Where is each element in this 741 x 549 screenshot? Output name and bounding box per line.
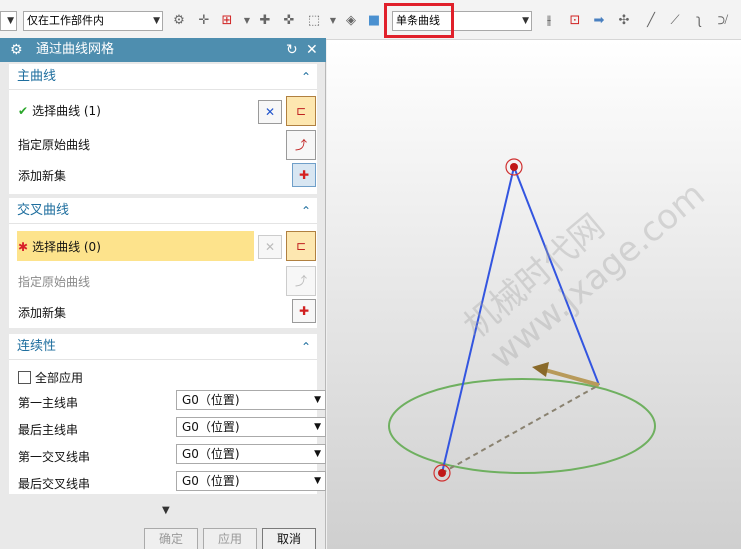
reverse-direction-icon[interactable]: ✕ [258,100,282,124]
chevron-up-icon[interactable]: ⌃ [301,198,311,224]
cross-select-curve-label: 选择曲线 (0) [32,240,101,254]
selection-filter-dropdown[interactable]: ▼ [0,11,17,31]
line2-icon[interactable]: ⟋ [666,12,684,30]
snap-icon[interactable]: ✛ [195,12,213,30]
point-snap-icon[interactable]: ⊞ [218,12,236,30]
origin-curve-icon[interactable]: ⤴ [286,266,316,296]
last-cross-dropdown[interactable]: G0（位置) ▼ [176,471,326,491]
primary-add-new-set-label: 添加新集 [18,169,67,183]
last-cross-label: 最后交叉线串 [18,477,91,491]
last-cross-value: G0（位置) [182,474,240,488]
primary-select-curve-row[interactable]: ✔ 选择曲线 (1) [18,102,101,119]
ok-button[interactable]: 确定 [144,528,198,549]
first-primary-label: 第一主线串 [18,396,79,410]
add-new-set-icon[interactable]: ✚ [292,299,316,323]
expand-more-icon[interactable]: ▼ [162,505,170,516]
stop-at-intersection-icon[interactable]: ⊡ [566,12,584,30]
chevron-up-icon[interactable]: ⌃ [301,334,311,360]
last-primary-dropdown[interactable]: G0（位置) ▼ [176,417,326,437]
vertex-point-bottom [438,469,446,477]
dialog-title-bar: ⚙ 通过曲线网格 ↻ ✕ [0,38,326,62]
line-icon[interactable]: ╱ [642,12,660,30]
primary-select-curve-label: 选择曲线 (1) [32,104,101,118]
last-primary-label: 最后主线串 [18,423,79,437]
cross-curves-panel: 交叉曲线 ⌃ ✱ 选择曲线 (0) ✕ ⊏ 指定原始曲线 ⤴ 添加新集 ✚ [9,198,317,328]
check-icon: ✔ [18,104,29,118]
continuity-panel: 连续性 ⌃ 全部应用 第一主线串 G0（位置) ▼ 最后主线串 G0（位置) ▼ 第… [9,334,326,494]
selection-scope-dropdown[interactable]: 仅在工作部件内 ▼ [23,11,163,31]
continuity-header-label: 连续性 [17,339,57,354]
green-base-circle[interactable] [388,378,656,474]
apply-all-checkbox[interactable] [18,371,31,384]
dialog-title: 通过曲线网格 [36,42,115,57]
curve-select-icon[interactable]: ⊏ [286,96,316,126]
graphics-viewport[interactable]: 机械时代网 www.jxage.com [327,40,741,549]
close-icon[interactable]: ✕ [306,38,318,62]
cross-specify-origin-label: 指定原始曲线 [18,275,91,289]
reverse-direction-icon[interactable]: ✕ [258,235,282,259]
vertex-point-top [510,163,518,171]
first-cross-label: 第一交叉线串 [18,450,91,464]
first-cross-value: G0（位置) [182,447,240,461]
assembly-select-icon[interactable]: ⚙ [170,12,188,30]
last-primary-value: G0（位置) [182,420,240,434]
body-select-icon[interactable]: ◈ [342,12,360,30]
follow-fillet-icon[interactable]: ➡ [590,12,608,30]
first-primary-dropdown[interactable]: G0（位置) ▼ [176,390,326,410]
snap-point-icon[interactable]: ✚ [256,12,274,30]
primary-curves-header[interactable]: 主曲线 ⌃ [9,64,317,90]
cross-curves-header[interactable]: 交叉曲线 ⌃ [9,198,317,224]
path-icon[interactable]: ✣ [615,12,633,30]
cross-select-curve-row[interactable]: ✱ 选择曲线 (0) [18,238,101,255]
add-new-set-icon[interactable]: ✚ [292,163,316,187]
chevron-down-icon[interactable]: ▼ [324,12,342,30]
red-highlight-frame [384,3,454,38]
required-star-icon: ✱ [18,240,29,254]
chevron-up-icon[interactable]: ⌃ [301,64,311,90]
apply-all-checkbox-row[interactable]: 全部应用 [18,369,83,386]
feature-select-icon[interactable]: ✜ [280,12,298,30]
first-primary-value: G0（位置) [182,393,240,407]
more-icon[interactable]: ⟉ [714,12,732,30]
gear-icon[interactable]: ⚙ [10,38,23,62]
solid-select-icon[interactable]: ■ [365,12,383,30]
curve-icon[interactable]: ʅ [690,12,708,30]
primary-curves-panel: 主曲线 ⌃ ✔ 选择曲线 (1) ✕ ⊏ 指定原始曲线 ⤴ 添加新集 ✚ [9,64,317,194]
continuity-header[interactable]: 连续性 ⌃ [9,334,317,360]
cancel-button[interactable]: 取消 [262,528,316,549]
cross-add-new-set-label: 添加新集 [18,306,67,320]
cross-curves-header-label: 交叉曲线 [17,203,70,218]
through-curve-mesh-dialog: ⚙ 通过曲线网格 ↻ ✕ 主曲线 ⌃ ✔ 选择曲线 (1) ✕ ⊏ 指定原始曲线 … [0,38,326,549]
origin-curve-icon[interactable]: ⤴ [286,130,316,160]
selection-scope-value: 仅在工作部件内 [27,14,104,27]
tangent-curves-icon[interactable]: ⫲ [540,12,558,30]
rectangle-select-icon[interactable]: ⬚ [305,12,323,30]
apply-all-label: 全部应用 [35,371,84,385]
dashed-guide-line [441,384,600,474]
first-cross-dropdown[interactable]: G0（位置) ▼ [176,444,326,464]
curve-select-icon[interactable]: ⊏ [286,231,316,261]
primary-specify-origin-label: 指定原始曲线 [18,138,91,152]
chevron-down-icon[interactable]: ▼ [238,12,256,30]
top-toolbar: ▼ 仅在工作部件内 ▼ ⚙ ✛ ⊞ ▼ ✚ ✜ ⬚ ▼ ◈ ■ 单条曲线 ▼ ⫲ ⊡… [0,0,741,40]
reset-icon[interactable]: ↻ [286,38,298,62]
apply-button[interactable]: 应用 [203,528,257,549]
primary-curves-header-label: 主曲线 [17,69,57,84]
